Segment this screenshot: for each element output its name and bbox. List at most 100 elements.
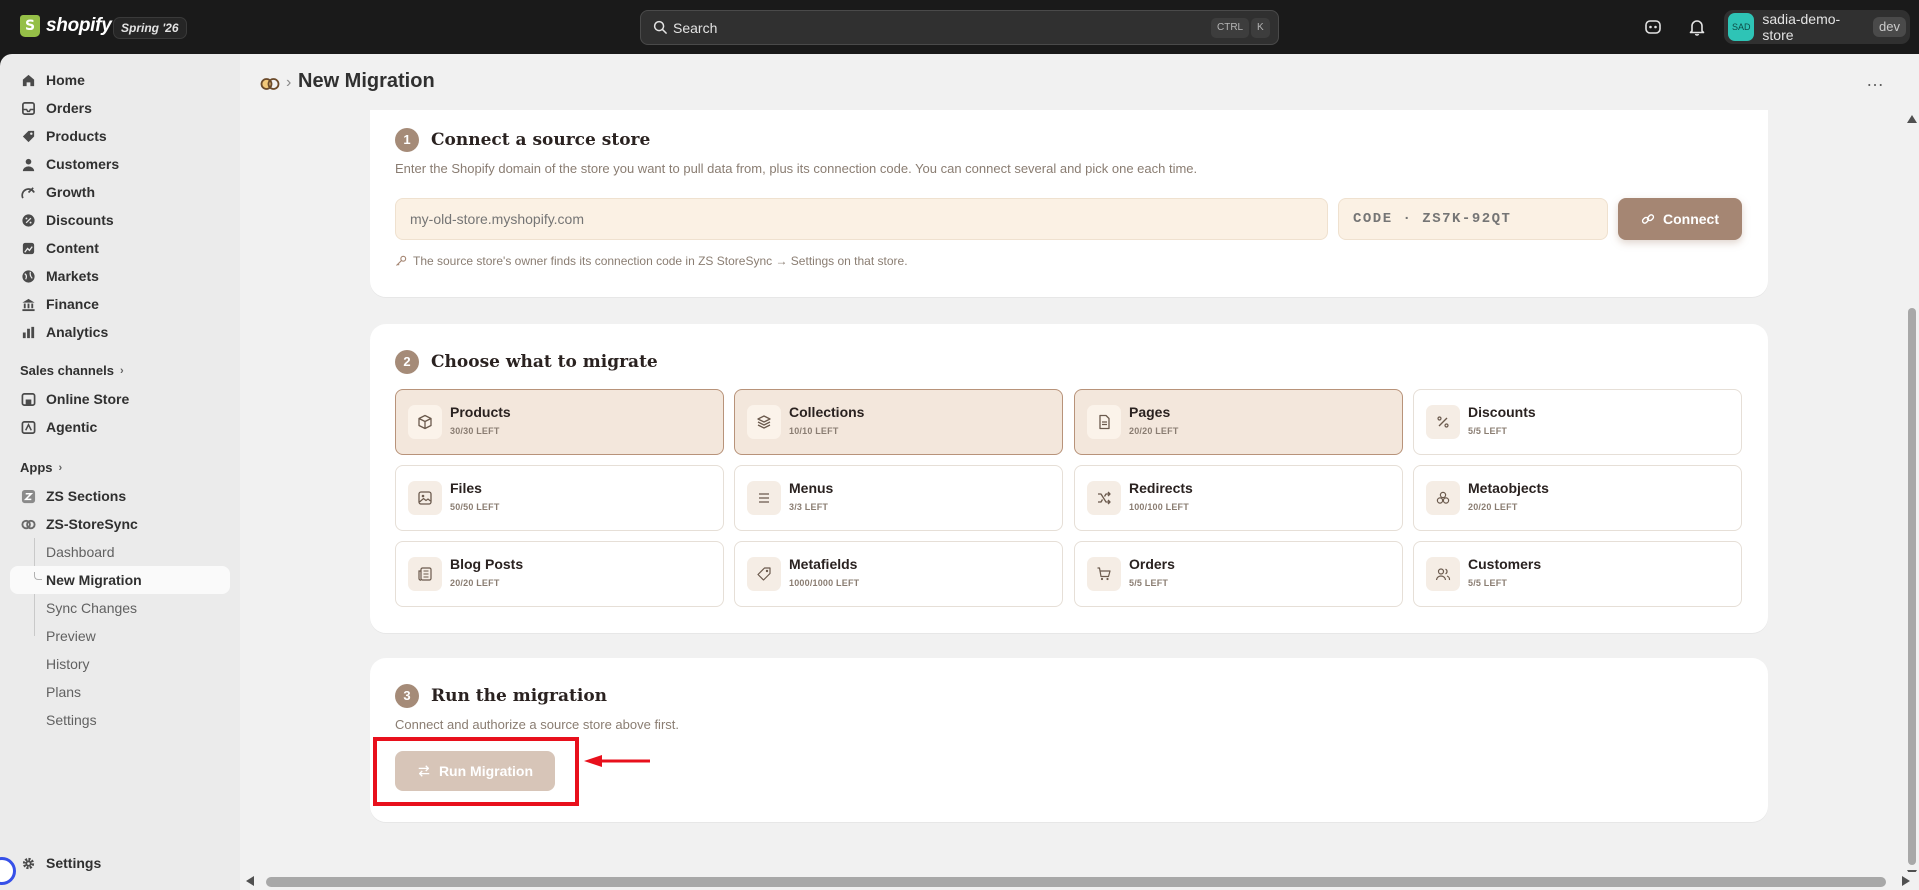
scroll-left-arrow-icon[interactable]: [246, 876, 254, 886]
tile-discounts[interactable]: Discounts 5/5 LEFT: [1413, 389, 1742, 455]
sidebar-item-plans[interactable]: Plans: [10, 678, 230, 706]
sidebar-item-finance[interactable]: Finance: [10, 290, 230, 318]
tile-files[interactable]: Files 50/50 LEFT: [395, 465, 724, 531]
sidebar-item-label: ZS Sections: [46, 488, 127, 504]
sidebar-item-history[interactable]: History: [10, 650, 230, 678]
shapes-icon: [1426, 481, 1460, 515]
sidebar-item-label: Content: [46, 240, 99, 256]
connect-button[interactable]: Connect: [1618, 198, 1742, 240]
box-icon: [408, 405, 442, 439]
sidebar-item-customers[interactable]: Customers: [10, 150, 230, 178]
source-domain-input[interactable]: [395, 198, 1328, 240]
growth-icon: [20, 184, 36, 200]
sales-channels-heading[interactable]: Sales channels ›: [20, 363, 124, 378]
sidebar-item-zs-sections[interactable]: ZS Sections: [10, 482, 230, 510]
sidebar-item-dashboard[interactable]: Dashboard: [10, 538, 230, 566]
apps-heading[interactable]: Apps ›: [20, 460, 62, 475]
bell-icon[interactable]: [1686, 16, 1708, 38]
sidebar-item-growth[interactable]: Growth: [10, 178, 230, 206]
annotation-arrow-icon: [584, 755, 650, 767]
scroll-up-arrow-icon[interactable]: [1907, 115, 1917, 123]
tile-redirects[interactable]: Redirects 100/100 LEFT: [1074, 465, 1403, 531]
zs-sections-icon: [20, 488, 36, 504]
store-account-menu[interactable]: SAD sadia-demo-store dev: [1724, 10, 1910, 44]
search-placeholder: Search: [673, 20, 718, 36]
shortcut-ctrl-key: CTRL: [1211, 18, 1250, 38]
tile-count: 30/30 LEFT: [450, 426, 500, 436]
sidebar-item-label: Discounts: [46, 212, 114, 228]
sidebar: Home Orders Products Customers Growth Di…: [0, 54, 240, 890]
sidebar-item-products[interactable]: Products: [10, 122, 230, 150]
annotation-highlight-box: [373, 737, 579, 806]
step-description: Enter the Shopify domain of the store yo…: [395, 161, 1198, 176]
vertical-scroll-thumb[interactable]: [1908, 308, 1916, 865]
tile-products[interactable]: Products 30/30 LEFT: [395, 389, 724, 455]
tile-name: Menus: [789, 480, 834, 496]
tile-menus[interactable]: Menus 3/3 LEFT: [734, 465, 1063, 531]
tile-metaobjects[interactable]: Metaobjects 20/20 LEFT: [1413, 465, 1742, 531]
sidebar-item-label: Preview: [46, 628, 96, 644]
sidebar-item-orders[interactable]: Orders: [10, 94, 230, 122]
sidebar-item-sync-changes[interactable]: Sync Changes: [10, 594, 230, 622]
content-icon: [20, 240, 36, 256]
search-bar[interactable]: Search CTRL K: [640, 10, 1279, 45]
sidebar-item-agentic[interactable]: Agentic: [10, 413, 230, 441]
assistant-icon[interactable]: [1642, 16, 1664, 38]
sidebar-item-content[interactable]: Content: [10, 234, 230, 262]
tile-orders[interactable]: Orders 5/5 LEFT: [1074, 541, 1403, 607]
vertical-scrollbar[interactable]: [1905, 110, 1919, 880]
sidebar-item-markets[interactable]: Markets: [10, 262, 230, 290]
users-icon: [1426, 557, 1460, 591]
top-bar: shopify Spring '26 Search CTRL K SAD sad…: [0, 0, 1919, 54]
scroll-right-arrow-icon[interactable]: [1902, 876, 1910, 886]
tile-count: 50/50 LEFT: [450, 502, 500, 512]
sidebar-item-zs-storesync[interactable]: ZS-StoreSync: [10, 510, 230, 538]
chart-icon: [20, 324, 36, 340]
horizontal-scrollbar[interactable]: [240, 872, 1919, 890]
step-number: 2: [395, 350, 419, 374]
step-heading: Run the migration: [431, 686, 608, 706]
tile-name: Collections: [789, 404, 865, 420]
sidebar-item-online-store[interactable]: Online Store: [10, 385, 230, 413]
tile-name: Blog Posts: [450, 556, 524, 572]
edition-badge[interactable]: Spring '26: [113, 17, 187, 39]
sidebar-item-new-migration[interactable]: New Migration: [10, 566, 230, 594]
shopify-logo[interactable]: shopify: [20, 15, 112, 37]
tile-customers[interactable]: Customers 5/5 LEFT: [1413, 541, 1742, 607]
horizontal-scroll-thumb[interactable]: [266, 877, 1886, 887]
shortcut-k-key: K: [1251, 18, 1270, 38]
sidebar-item-analytics[interactable]: Analytics: [10, 318, 230, 346]
tile-name: Files: [450, 480, 482, 496]
sidebar-item-label: Products: [46, 128, 107, 144]
more-actions-icon[interactable]: …: [1866, 70, 1885, 91]
connection-code-input[interactable]: [1338, 198, 1608, 240]
step-heading: Connect a source store: [431, 130, 651, 150]
sidebar-item-discounts[interactable]: Discounts: [10, 206, 230, 234]
tile-count: 20/20 LEFT: [1129, 426, 1179, 436]
tile-metafields[interactable]: Metafields 1000/1000 LEFT: [734, 541, 1063, 607]
sidebar-item-settings[interactable]: Settings: [10, 849, 230, 877]
step-description: Connect and authorize a source store abo…: [395, 717, 679, 732]
step-2-header: 2 Choose what to migrate: [395, 350, 658, 374]
link-icon: [1641, 214, 1655, 224]
newspaper-icon: [408, 557, 442, 591]
sidebar-item-app-settings[interactable]: Settings: [10, 706, 230, 734]
image-icon: [408, 481, 442, 515]
chevron-right-icon: ›: [58, 461, 63, 474]
tile-name: Customers: [1468, 556, 1542, 572]
chevron-right-icon: ›: [119, 364, 124, 377]
tile-count: 3/3 LEFT: [789, 502, 829, 512]
tile-collections[interactable]: Collections 10/10 LEFT: [734, 389, 1063, 455]
storesync-app-icon: [260, 78, 280, 90]
tile-name: Redirects: [1129, 480, 1193, 496]
tile-blog-posts[interactable]: Blog Posts 20/20 LEFT: [395, 541, 724, 607]
search-icon: [653, 20, 667, 34]
store-name: sadia-demo-store: [1762, 11, 1841, 43]
sidebar-item-home[interactable]: Home: [10, 66, 230, 94]
page-header: › New Migration …: [240, 54, 1905, 110]
tile-pages[interactable]: Pages 20/20 LEFT: [1074, 389, 1403, 455]
sidebar-item-label: Online Store: [46, 391, 130, 407]
sidebar-item-preview[interactable]: Preview: [10, 622, 230, 650]
env-badge: dev: [1873, 17, 1906, 37]
sales-channels-label: Sales channels: [20, 363, 114, 378]
